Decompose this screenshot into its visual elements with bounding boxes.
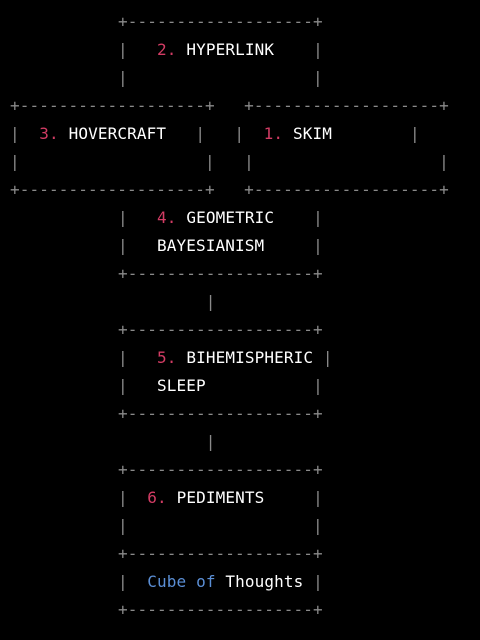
footer-line: | Cube of Thoughts | (118, 572, 323, 591)
bihemispheric-box-line2: | SLEEP | (118, 376, 323, 395)
bihemispheric-label-1: BIHEMISPHERIC (186, 348, 314, 367)
box-border-top: +-------------------+ (118, 460, 323, 479)
pediments-box-line: | 6. PEDIMENTS | (118, 488, 323, 507)
skim-label: SKIM (292, 124, 332, 143)
terminal-screen: { "colors": { "background": "#000000", "… (0, 0, 480, 640)
footer-word-cube: Cube (147, 572, 187, 591)
geometric-number: 4. (157, 208, 177, 227)
hyperlink-number: 2. (157, 40, 177, 59)
hovercraft-label: HOVERCRAFT (68, 124, 167, 143)
bihemispheric-box-line1: | 5. BIHEMISPHERIC | (118, 348, 333, 367)
geometric-label-2: BAYESIANISM (157, 236, 265, 255)
bihemispheric-label-2: SLEEP (157, 376, 206, 395)
hyperlink-label: HYPERLINK (186, 40, 275, 59)
skim-number: 1. (263, 124, 284, 143)
box-border-top: +-------------------+ (118, 320, 323, 339)
box-border-bottom: +-------------------+ (118, 264, 323, 283)
box-border-side: | | (118, 68, 323, 87)
connector-line: | (118, 432, 216, 451)
hovercraft-number: 3. (39, 124, 59, 143)
box-border-top: +-------------------+ (118, 12, 323, 31)
geometric-label-1: GEOMETRIC (186, 208, 275, 227)
geometric-box-line2: | BAYESIANISM | (118, 236, 323, 255)
pediments-label: PEDIMENTS (176, 488, 265, 507)
box-border-side: | | | | (10, 152, 449, 171)
hyperlink-box-line: | 2. HYPERLINK | (118, 40, 323, 59)
footer-word-of: of (196, 572, 216, 591)
footer-word-thoughts: Thoughts (225, 572, 304, 591)
box-border-bottom: +-------------------+ (118, 404, 323, 423)
row-hovercraft-skim: | 3. HOVERCRAFT | | 1. SKIM | (10, 124, 420, 143)
box-border-side: | | (118, 516, 323, 535)
box-border-bottom: +-------------------+ (118, 600, 323, 619)
connector-line: | (118, 292, 216, 311)
box-border-bottom: +-------------------+ (118, 544, 323, 563)
bihemispheric-number: 5. (157, 348, 177, 367)
pediments-number: 6. (147, 488, 167, 507)
geometric-box-line1: | 4. GEOMETRIC | (118, 208, 323, 227)
box-border-bottom: +-------------------+ +-----------------… (10, 180, 449, 199)
box-border-top: +-------------------+ +-----------------… (10, 96, 449, 115)
